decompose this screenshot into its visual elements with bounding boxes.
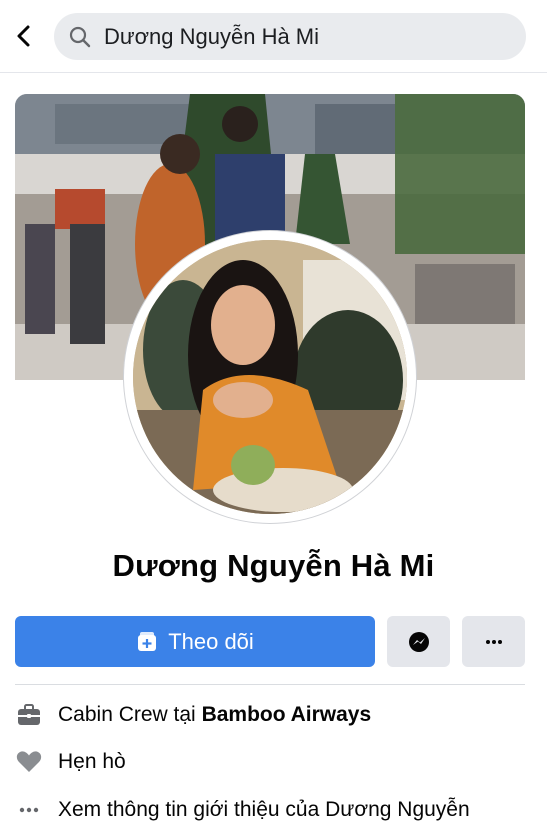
search-icon: [69, 26, 91, 47]
work-prefix: Cabin Crew tại: [58, 703, 202, 726]
divider: [15, 684, 525, 685]
more-icon: [485, 639, 502, 644]
chevron-left-icon: [17, 25, 30, 47]
heart-icon: [15, 748, 43, 776]
work-row[interactable]: Cabin Crew tại Bamboo Airways: [15, 698, 371, 732]
work-company[interactable]: Bamboo Airways: [202, 703, 372, 727]
follow-label: Theo dõi: [168, 628, 254, 654]
ellipsis-icon: [15, 796, 43, 824]
messenger-button[interactable]: [387, 616, 450, 667]
search-query: Dương Nguyễn Hà Mi: [104, 23, 320, 49]
follow-icon: [138, 631, 157, 651]
back-button[interactable]: [10, 22, 38, 50]
relationship-label: Hẹn hò: [58, 750, 126, 773]
search-input[interactable]: Dương Nguyễn Hà Mi: [54, 13, 526, 60]
top-bar: Dương Nguyễn Hà Mi: [0, 0, 547, 73]
messenger-icon: [408, 631, 429, 652]
relationship-row[interactable]: Hẹn hò: [15, 745, 126, 779]
profile-name: Dương Nguyễn Hà Mi: [112, 548, 435, 583]
see-about-label: Xem thông tin giới thiệu của Dương Nguyễ…: [58, 798, 470, 821]
avatar-ring: [124, 231, 416, 523]
more-button[interactable]: [462, 616, 525, 667]
follow-button[interactable]: Theo dõi: [15, 616, 375, 667]
avatar[interactable]: [133, 240, 407, 514]
see-about-row[interactable]: Xem thông tin giới thiệu của Dương Nguyễ…: [15, 793, 470, 827]
briefcase-icon: [15, 701, 43, 729]
profile-photo-image: [133, 240, 407, 514]
